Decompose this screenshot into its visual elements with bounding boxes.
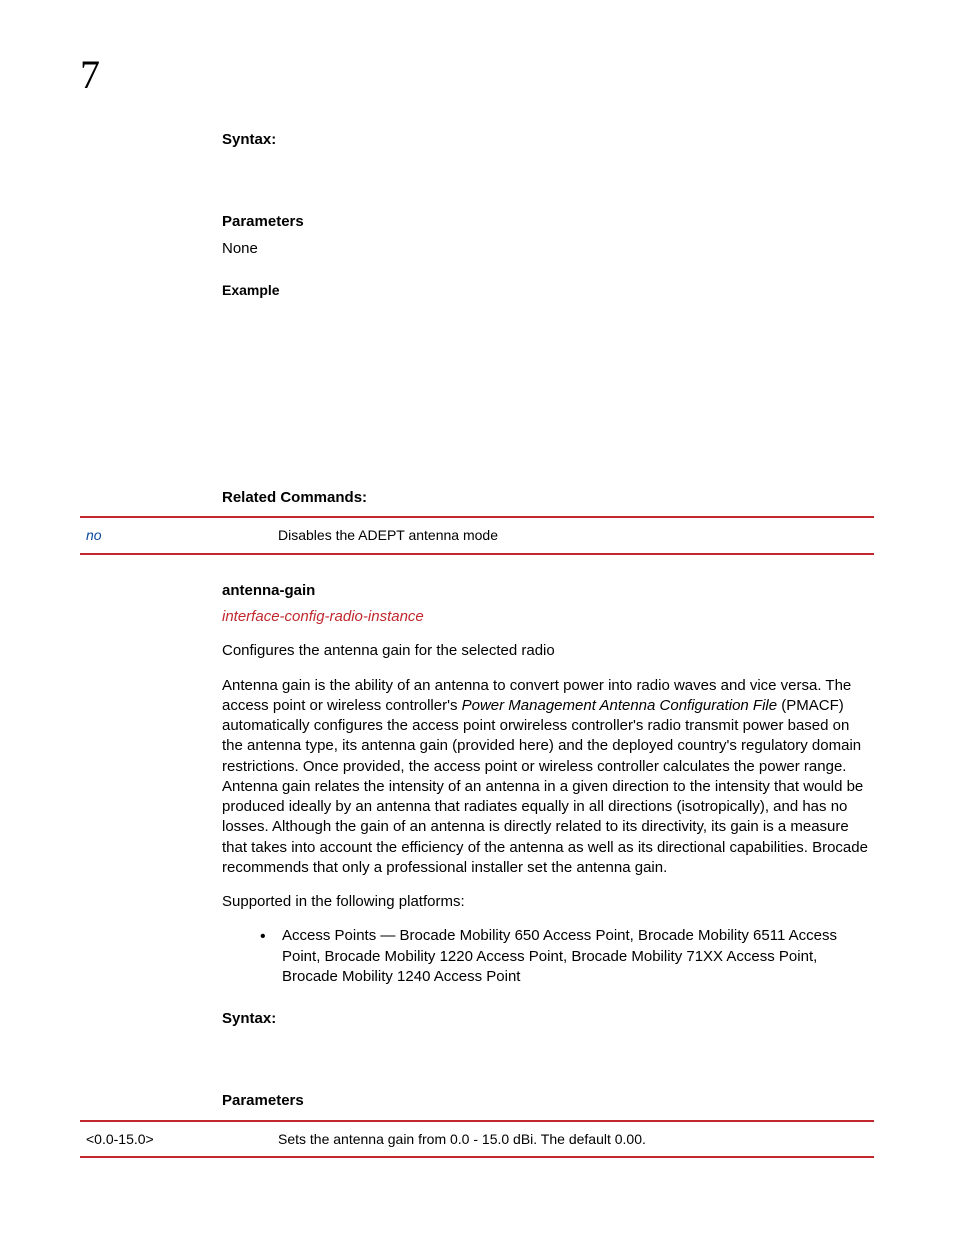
syntax-heading: Syntax: bbox=[222, 130, 874, 150]
param-key: <0.0-15.0> bbox=[80, 1121, 272, 1158]
related-commands-heading: Related Commands: bbox=[222, 488, 874, 508]
param-desc: Sets the antenna gain from 0.0 - 15.0 dB… bbox=[272, 1121, 874, 1158]
chapter-number: 7 bbox=[80, 48, 874, 102]
context-link[interactable]: interface-config-radio-instance bbox=[222, 608, 424, 625]
para-text: (PMACF) automatically configures the acc… bbox=[222, 697, 868, 876]
example-heading: Example bbox=[222, 281, 874, 300]
related-command-link[interactable]: no bbox=[86, 527, 102, 543]
command-intro: Configures the antenna gain for the sele… bbox=[222, 641, 874, 661]
related-commands-table: no Disables the ADEPT antenna mode bbox=[80, 516, 874, 555]
related-command-desc: Disables the ADEPT antenna mode bbox=[272, 517, 874, 554]
supported-platforms-line: Supported in the following platforms: bbox=[222, 892, 874, 912]
platforms-list: Access Points — Brocade Mobility 650 Acc… bbox=[260, 926, 874, 987]
pmacf-term: Power Management Antenna Configuration F… bbox=[462, 697, 777, 714]
command-name: antenna-gain bbox=[222, 581, 874, 601]
list-item: Access Points — Brocade Mobility 650 Acc… bbox=[260, 926, 874, 987]
parameters-heading: Parameters bbox=[222, 1091, 874, 1111]
parameters-none: None bbox=[222, 239, 874, 259]
syntax-heading: Syntax: bbox=[222, 1009, 874, 1029]
table-row: no Disables the ADEPT antenna mode bbox=[80, 517, 874, 554]
parameters-heading: Parameters bbox=[222, 212, 874, 232]
table-row: <0.0-15.0> Sets the antenna gain from 0.… bbox=[80, 1121, 874, 1158]
page: 7 Syntax: Parameters None Example Relate… bbox=[0, 0, 954, 1235]
platform-bullet-text: Access Points — Brocade Mobility 650 Acc… bbox=[282, 927, 837, 985]
content-column: Syntax: Parameters None Example Related … bbox=[222, 130, 874, 1158]
parameters-table: <0.0-15.0> Sets the antenna gain from 0.… bbox=[80, 1120, 874, 1159]
command-description: Antenna gain is the ability of an antenn… bbox=[222, 676, 874, 879]
